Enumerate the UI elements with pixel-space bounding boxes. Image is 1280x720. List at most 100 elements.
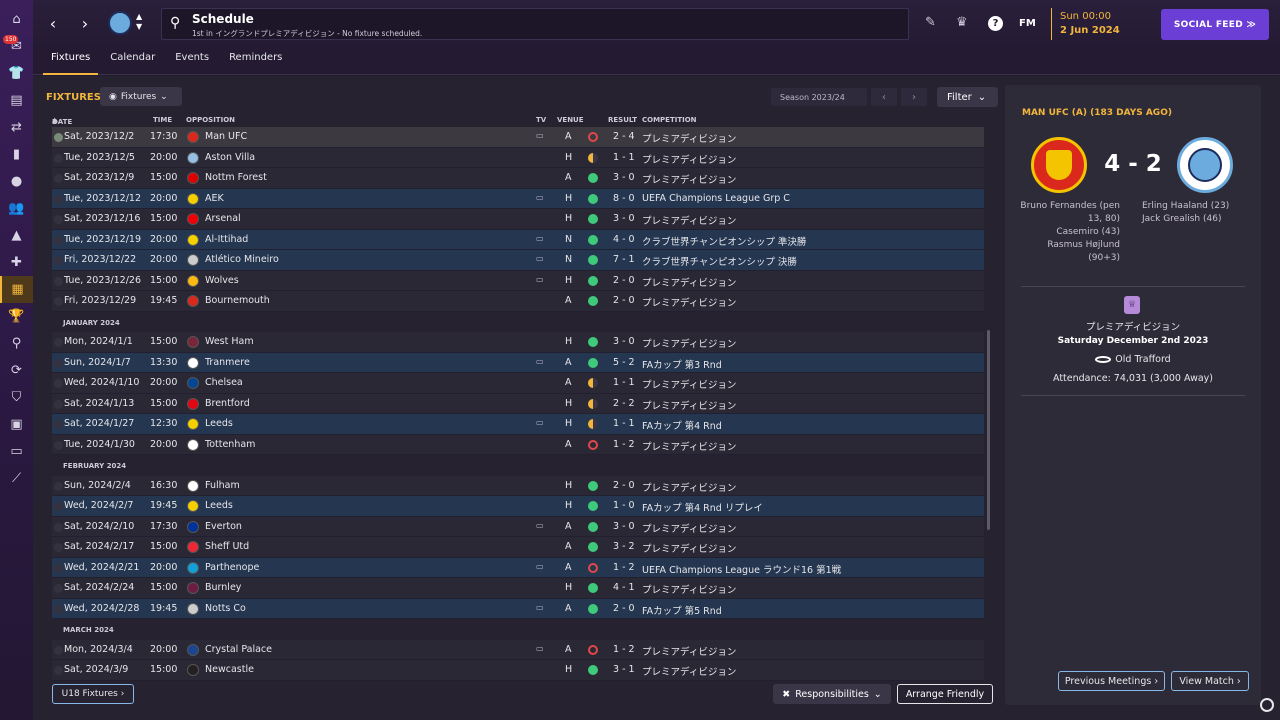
edit-icon[interactable]: ✎ <box>925 15 936 30</box>
row-select-icon[interactable] <box>54 276 63 286</box>
fixture-competition[interactable]: プレミアディビジョン <box>642 664 736 678</box>
transfers-icon[interactable]: ⇄ <box>0 114 33 141</box>
fixture-opponent[interactable]: Leeds <box>205 418 233 429</box>
u18-fixtures-button[interactable]: U18 Fixtures › <box>52 684 134 704</box>
fixture-competition[interactable]: クラブ世界チャンピオンシップ 決勝 <box>642 254 797 268</box>
fixture-competition[interactable]: プレミアディビジョン <box>642 131 736 145</box>
fixture-competition[interactable]: プレミアディビジョン <box>642 644 736 658</box>
col-date[interactable]: DATE ▲ <box>52 116 72 126</box>
table-row[interactable]: Mon, 2024/1/1 15:00 West Ham H 3 - 0 プレミアディビジ… <box>52 332 984 353</box>
table-row[interactable]: Wed, 2024/2/7 19:45 Leeds H 1 - 0 FAカップ 第4 Rn… <box>52 496 984 517</box>
fixture-competition[interactable]: プレミアディビジョン <box>642 439 736 453</box>
fixture-opponent[interactable]: Everton <box>205 521 242 532</box>
row-select-icon[interactable] <box>54 543 63 552</box>
row-select-icon[interactable] <box>54 604 63 614</box>
fixture-competition[interactable]: プレミアディビジョン <box>642 480 736 494</box>
fixture-score[interactable]: 2 - 2 <box>613 398 635 409</box>
help-icon[interactable]: ? <box>988 16 1003 31</box>
medical-icon[interactable]: ✚ <box>0 249 33 276</box>
club-crest-icon[interactable] <box>108 11 132 35</box>
table-row[interactable]: Wed, 2024/1/10 20:00 Chelsea A 1 - 1 プレミアディビジ… <box>52 373 984 394</box>
row-select-icon[interactable] <box>54 358 63 368</box>
table-row[interactable]: Tue, 2023/12/26 15:00 Wolves ▭ H 2 - 0 プレミアディビ… <box>52 270 984 291</box>
fixture-opponent[interactable]: Notts Co <box>205 603 246 614</box>
fixture-competition[interactable]: プレミアディビジョン <box>642 275 736 289</box>
fixture-score[interactable]: 1 - 2 <box>613 562 635 573</box>
table-row[interactable]: Sat, 2024/1/13 15:00 Brentford H 2 - 2 プレミアディ… <box>52 393 984 414</box>
fixture-score[interactable]: 3 - 0 <box>613 213 635 224</box>
table-row[interactable]: Fri, 2023/12/29 19:45 Bournemouth A 2 - 0 プレミ… <box>52 291 984 312</box>
fixture-competition[interactable]: プレミアディビジョン <box>642 582 736 596</box>
fixture-opponent[interactable]: Chelsea <box>205 377 243 388</box>
table-row[interactable]: Sun, 2024/2/4 16:30 Fulham H 2 - 0 プレミアディビジョン <box>52 475 984 496</box>
report-icon[interactable]: ▮ <box>0 141 33 168</box>
fixture-score[interactable]: 1 - 1 <box>613 377 635 388</box>
fixture-competition[interactable]: FAカップ 第5 Rnd <box>642 603 722 617</box>
table-row[interactable]: Sat, 2023/12/16 15:00 Arsenal H 3 - 0 プレミアディビ… <box>52 209 984 230</box>
col-opposition[interactable]: OPPOSITION <box>186 116 235 124</box>
view-match-button[interactable]: View Match › <box>1171 671 1249 691</box>
fixture-opponent[interactable]: AEK <box>205 193 224 204</box>
squad-icon[interactable]: 👕 <box>0 60 33 87</box>
row-select-icon[interactable] <box>54 174 63 183</box>
row-select-icon[interactable] <box>54 420 63 429</box>
row-select-icon[interactable] <box>54 502 63 511</box>
fixture-score[interactable]: 1 - 1 <box>613 152 635 163</box>
fixture-score[interactable]: 3 - 2 <box>613 541 635 552</box>
table-row[interactable]: Sat, 2024/1/27 12:30 Leeds ▭ H 1 - 1 FAカップ 第4 … <box>52 414 984 435</box>
row-select-icon[interactable] <box>54 153 63 163</box>
row-select-icon[interactable] <box>54 522 63 532</box>
fixture-score[interactable]: 2 - 0 <box>613 480 635 491</box>
row-select-icon[interactable] <box>54 666 63 675</box>
table-row[interactable]: Tue, 2024/1/30 20:00 Tottenham A 1 - 2 プレミアディ… <box>52 434 984 455</box>
table-row[interactable]: Mon, 2024/3/4 20:00 Crystal Palace ▭ A 1 - 2 プ… <box>52 639 984 660</box>
table-row[interactable]: Sat, 2023/12/2 17:30 Man UFC ▭ A 2 - 4 プレミアディビ… <box>52 127 984 148</box>
fixture-score[interactable]: 8 - 0 <box>613 193 635 204</box>
fixture-score[interactable]: 4 - 0 <box>613 234 635 245</box>
inbox-icon[interactable]: ✉ 150 <box>0 33 33 60</box>
fixture-score[interactable]: 7 - 1 <box>613 254 635 265</box>
tab-reminders[interactable]: Reminders <box>221 47 290 75</box>
table-row[interactable]: Sat, 2024/2/10 17:30 Everton ▭ A 3 - 0 プレミアディビ… <box>52 516 984 537</box>
fixture-competition[interactable]: プレミアディビジョン <box>642 152 736 166</box>
fixture-opponent[interactable]: Arsenal <box>205 213 241 224</box>
fixture-score[interactable]: 3 - 0 <box>613 336 635 347</box>
col-tv[interactable]: TV <box>536 116 546 124</box>
tab-calendar[interactable]: Calendar <box>102 47 163 75</box>
fixture-score[interactable]: 2 - 4 <box>613 131 635 142</box>
table-row[interactable]: Fri, 2023/12/22 20:00 Atlético Mineiro ▭ N 7 … <box>52 250 984 271</box>
fixture-opponent[interactable]: Crystal Palace <box>205 644 272 655</box>
trophy-icon[interactable]: 🏆 <box>0 303 33 330</box>
col-venue[interactable]: VENUE <box>557 116 584 124</box>
table-row[interactable]: Sat, 2024/3/9 15:00 Newcastle H 3 - 1 プレミアディビ… <box>52 660 984 681</box>
fixture-score[interactable]: 2 - 0 <box>613 603 635 614</box>
table-row[interactable]: Tue, 2023/12/5 20:00 Aston Villa H 1 - 1 プレミア… <box>52 147 984 168</box>
game-date[interactable]: Sun 00:00 2 Jun 2024 <box>1051 8 1120 40</box>
table-row[interactable]: Sat, 2024/2/17 15:00 Sheff Utd A 3 - 2 プレミアディ… <box>52 537 984 558</box>
fixture-opponent[interactable]: Tranmere <box>205 357 250 368</box>
table-row[interactable]: Wed, 2024/2/28 19:45 Notts Co ▭ A 2 - 0 FAカップ … <box>52 598 984 619</box>
fixture-opponent[interactable]: Fulham <box>205 480 240 491</box>
shield-icon[interactable]: ⛉ <box>0 384 33 411</box>
fixture-opponent[interactable]: West Ham <box>205 336 254 347</box>
fixture-opponent[interactable]: Aston Villa <box>205 152 255 163</box>
fixture-opponent[interactable]: Parthenope <box>205 562 259 573</box>
scrollbar[interactable] <box>987 330 990 530</box>
row-select-icon[interactable] <box>54 481 63 491</box>
tab-events[interactable]: Events <box>167 47 217 75</box>
status-ring-icon[interactable] <box>1260 698 1274 712</box>
fixture-score[interactable]: 1 - 1 <box>613 418 635 429</box>
prev-season-icon[interactable]: ‹ <box>871 88 897 106</box>
table-row[interactable]: Sat, 2023/12/9 15:00 Nottm Forest A 3 - 0 プレミ… <box>52 168 984 189</box>
row-select-icon[interactable] <box>54 297 63 306</box>
col-competition[interactable]: COMPETITION <box>642 116 697 124</box>
fixture-opponent[interactable]: Bournemouth <box>205 295 270 306</box>
away-team-crest-icon[interactable] <box>1177 137 1233 193</box>
fixture-score[interactable]: 2 - 0 <box>613 275 635 286</box>
swap-icon[interactable]: ⟳ <box>0 357 33 384</box>
arrange-friendly-button[interactable]: Arrange Friendly <box>897 684 993 704</box>
row-select-icon[interactable] <box>54 235 63 245</box>
tactics-icon[interactable]: ▤ <box>0 87 33 114</box>
next-season-icon[interactable]: › <box>901 88 927 106</box>
col-result[interactable]: RESULT <box>608 116 637 124</box>
